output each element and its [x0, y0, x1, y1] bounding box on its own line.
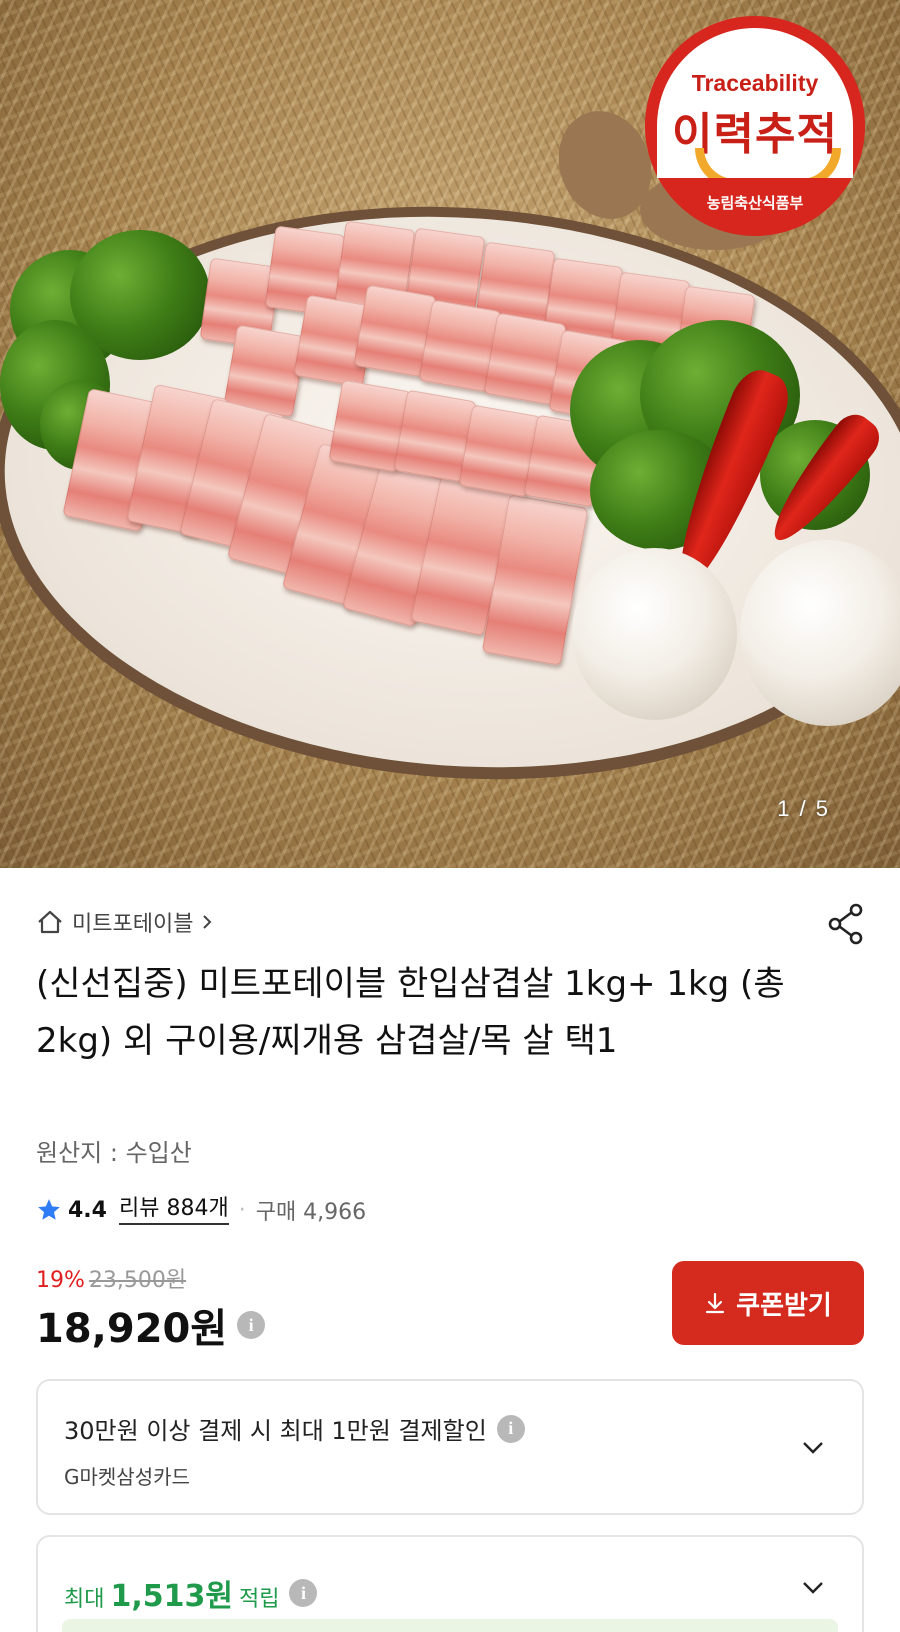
badge-smile-arc	[695, 148, 841, 178]
star-icon	[38, 1199, 60, 1220]
product-title: (신선집중) 미트포테이블 한입삼겹살 1kg+ 1kg (총2kg) 외 구이…	[36, 964, 785, 1061]
chevron-down-icon[interactable]	[800, 1435, 826, 1461]
download-icon	[706, 1292, 725, 1314]
points-row: 최대 1,513원 적립 i	[64, 1571, 318, 1615]
discount-row: 19% 23,500원	[36, 1262, 186, 1294]
separator-dot: ·	[238, 1197, 246, 1223]
rating-row: 4.4 리뷰 884개 · 구매 4,966	[36, 1194, 366, 1226]
price-info-icon[interactable]: i	[237, 1311, 266, 1339]
card-discount-title-row: 30만원 이상 결제 시 최대 1만원 결제할인 i	[64, 1411, 525, 1446]
get-coupon-button[interactable]: 쿠폰받기	[672, 1261, 864, 1345]
card-discount-panel[interactable]: 30만원 이상 결제 시 최대 1만원 결제할인 i G마켓삼성카드	[36, 1379, 864, 1515]
points-suffix: 적립	[238, 1587, 280, 1612]
sale-price-row: 18,920원 i	[36, 1296, 266, 1354]
product-image-gallery[interactable]: Traceability 이력추적 농림축산식품부 1 / 5	[0, 0, 900, 868]
card-discount-title: 30만원 이상 결제 시 최대 1만원 결제할인	[64, 1417, 487, 1445]
points-amount: 1,513원	[110, 1579, 233, 1614]
chevron-right-icon	[203, 915, 212, 929]
points-detail-strip	[62, 1619, 838, 1632]
points-info-icon[interactable]: i	[289, 1579, 318, 1607]
get-coupon-label: 쿠폰받기	[736, 1289, 832, 1320]
points-panel[interactable]: 최대 1,513원 적립 i	[36, 1535, 864, 1632]
original-price: 23,500원	[88, 1268, 187, 1293]
chevron-down-icon[interactable]	[800, 1575, 826, 1601]
white-mushroom	[572, 548, 737, 720]
card-discount-info-icon[interactable]: i	[496, 1414, 525, 1443]
breadcrumb-store-label: 미트포테이블	[72, 912, 194, 937]
review-count-link[interactable]: 리뷰 884개	[118, 1195, 229, 1225]
home-icon	[38, 910, 62, 934]
card-discount-subtitle: G마켓삼성카드	[64, 1465, 190, 1489]
share-icon[interactable]	[826, 902, 866, 946]
origin-info: 원산지 : 수입산	[36, 1139, 192, 1167]
badge-top-text: Traceability	[691, 70, 819, 96]
image-counter: 1 / 5	[777, 796, 830, 821]
discount-percent: 19%	[36, 1268, 85, 1293]
sale-price: 18,920원	[36, 1306, 228, 1352]
breadcrumb[interactable]: 미트포테이블	[36, 906, 213, 938]
traceability-badge: Traceability 이력추적 농림축산식품부	[645, 16, 865, 236]
points-prefix: 최대	[64, 1587, 105, 1612]
purchase-count: 구매 4,966	[255, 1200, 367, 1225]
badge-bottom-text: 농림축산식품부	[706, 194, 804, 212]
rating-score: 4.4	[68, 1197, 107, 1223]
